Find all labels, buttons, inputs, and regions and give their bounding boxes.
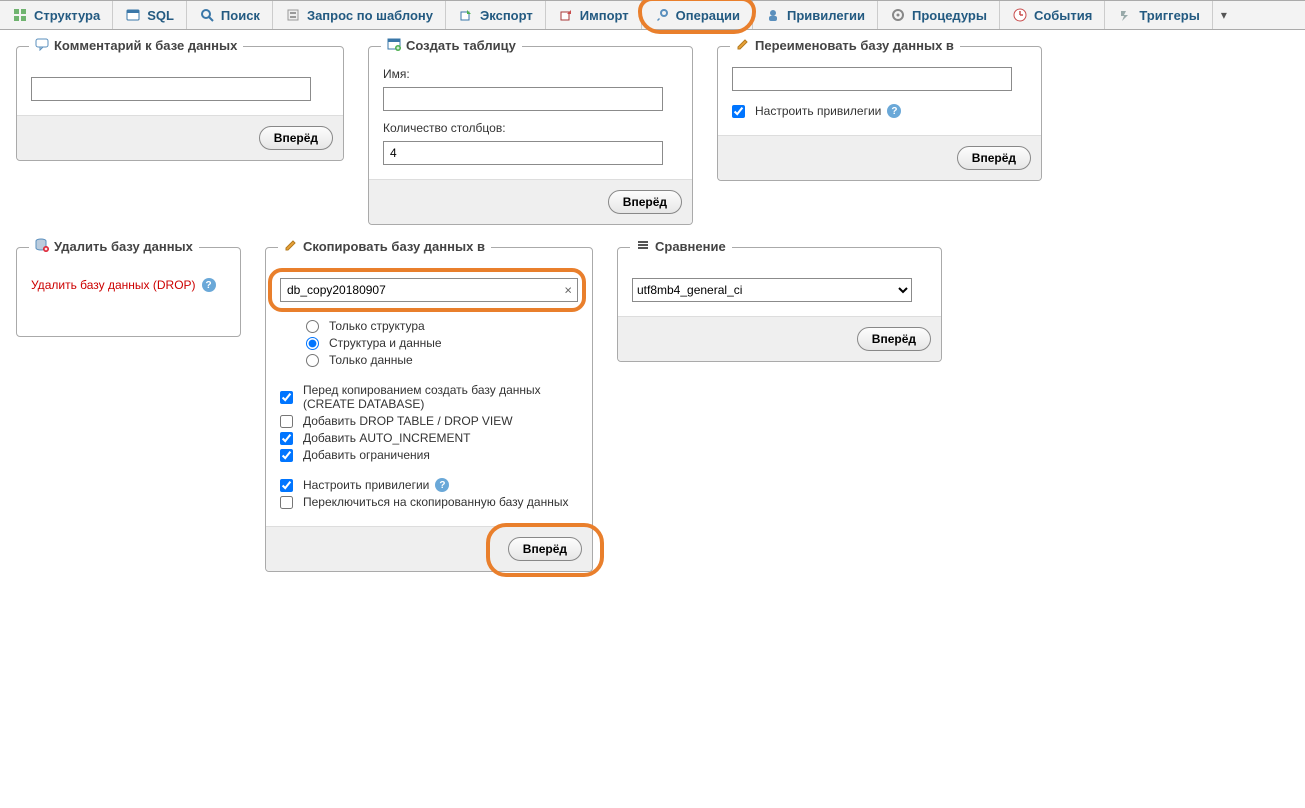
copy-opt-structure-and-data-label: Структура и данные (329, 336, 442, 350)
help-icon[interactable]: ? (435, 478, 449, 492)
copy-add-drop-checkbox[interactable] (280, 415, 293, 428)
tab-label: Импорт (580, 8, 629, 23)
tab-label: Операции (676, 8, 740, 23)
structure-icon (12, 7, 28, 23)
tab-structure[interactable]: Структура (0, 1, 113, 29)
wrench-icon (654, 7, 670, 23)
rename-db-input[interactable] (732, 67, 1012, 91)
import-icon (558, 7, 574, 23)
tab-operations[interactable]: Операции (642, 1, 753, 29)
tabs-more[interactable]: ▾ (1213, 1, 1235, 29)
copy-add-drop-label: Добавить DROP TABLE / DROP VIEW (303, 414, 513, 428)
rename-adjust-priv-label: Настроить привилегии (755, 104, 881, 118)
panel-copy-db: Скопировать базу данных в × Только струк… (265, 247, 593, 572)
pencil-icon (736, 37, 750, 54)
operations-panels: Комментарий к базе данных Вперёд Создать… (0, 30, 1305, 588)
tab-label: Поиск (221, 8, 260, 23)
privileges-icon (765, 7, 781, 23)
events-icon (1012, 7, 1028, 23)
db-comment-input[interactable] (31, 77, 311, 101)
panel-create-table: Создать таблицу Имя: Количество столбцов… (368, 46, 693, 225)
copy-create-db-checkbox[interactable] (280, 391, 293, 404)
copy-opt-structure-and-data[interactable] (306, 337, 319, 350)
tab-privileges[interactable]: Привилегии (753, 1, 878, 29)
tab-label: SQL (147, 8, 174, 23)
copy-opt-structure-only-label: Только структура (329, 319, 425, 333)
panel-title-text: Переименовать базу данных в (755, 38, 954, 53)
copy-opt-structure-only[interactable] (306, 320, 319, 333)
sql-icon (125, 7, 141, 23)
create-table-name-input[interactable] (383, 87, 663, 111)
panel-rename-db: Переименовать базу данных в Настроить пр… (717, 46, 1042, 181)
help-icon[interactable]: ? (887, 104, 901, 118)
copy-adjust-priv-label: Настроить привилегии (303, 478, 429, 492)
create-table-cols-label: Количество столбцов: (383, 121, 678, 135)
go-button-copy[interactable]: Вперёд (508, 537, 582, 561)
copy-create-db-label: Перед копированием создать базу данных (… (303, 383, 578, 411)
tab-label: Запрос по шаблону (307, 8, 433, 23)
go-button-collation[interactable]: Вперёд (857, 327, 931, 351)
tab-label: Структура (34, 8, 100, 23)
export-icon (458, 7, 474, 23)
copy-autoinc-checkbox[interactable] (280, 432, 293, 445)
copy-autoinc-label: Добавить AUTO_INCREMENT (303, 431, 471, 445)
tab-export[interactable]: Экспорт (446, 1, 546, 29)
tab-label: Привилегии (787, 8, 865, 23)
panel-title-text: Создать таблицу (406, 38, 516, 53)
tab-sql[interactable]: SQL (113, 1, 187, 29)
tab-label: События (1034, 8, 1092, 23)
drop-db-link[interactable]: Удалить базу данных (DROP) ? (31, 278, 216, 292)
database-delete-icon (35, 238, 49, 255)
pencil-icon (284, 238, 298, 255)
copy-switch-checkbox[interactable] (280, 496, 293, 509)
query-icon (285, 7, 301, 23)
tab-triggers[interactable]: Триггеры (1105, 1, 1212, 29)
copy-adjust-priv-checkbox[interactable] (280, 479, 293, 492)
tab-search[interactable]: Поиск (187, 1, 273, 29)
comment-icon (35, 37, 49, 54)
top-tabs: Структура SQL Поиск Запрос по шаблону Эк… (0, 0, 1305, 30)
copy-switch-label: Переключиться на скопированную базу данн… (303, 495, 568, 509)
go-button-rename[interactable]: Вперёд (957, 146, 1031, 170)
tab-import[interactable]: Импорт (546, 1, 642, 29)
table-new-icon (387, 37, 401, 54)
tab-label: Экспорт (480, 8, 533, 23)
collation-icon (636, 238, 650, 255)
create-table-name-label: Имя: (383, 67, 678, 81)
panel-drop-db: Удалить базу данных Удалить базу данных … (16, 247, 241, 337)
tab-routines[interactable]: Процедуры (878, 1, 1000, 29)
panel-title-text: Комментарий к базе данных (54, 38, 237, 53)
panel-title-text: Сравнение (655, 239, 726, 254)
search-icon (199, 7, 215, 23)
panel-title-text: Удалить базу данных (54, 239, 193, 254)
copy-opt-data-only-label: Только данные (329, 353, 413, 367)
help-icon[interactable]: ? (202, 278, 216, 292)
triggers-icon (1117, 7, 1133, 23)
panel-title-text: Скопировать базу данных в (303, 239, 485, 254)
copy-db-name-input[interactable] (280, 278, 578, 302)
collation-select[interactable]: utf8mb4_general_ci (632, 278, 912, 302)
go-button-create-table[interactable]: Вперёд (608, 190, 682, 214)
copy-constraints-checkbox[interactable] (280, 449, 293, 462)
tab-events[interactable]: События (1000, 1, 1105, 29)
routines-icon (890, 7, 906, 23)
rename-adjust-priv-checkbox[interactable] (732, 105, 745, 118)
go-button-comment[interactable]: Вперёд (259, 126, 333, 150)
create-table-cols-input[interactable] (383, 141, 663, 165)
tab-label: Триггеры (1139, 8, 1199, 23)
tab-query[interactable]: Запрос по шаблону (273, 1, 446, 29)
panel-collation: Сравнение utf8mb4_general_ci Вперёд (617, 247, 942, 362)
panel-db-comment: Комментарий к базе данных Вперёд (16, 46, 344, 161)
drop-db-link-text: Удалить базу данных (DROP) (31, 278, 196, 292)
copy-constraints-label: Добавить ограничения (303, 448, 430, 462)
copy-opt-data-only[interactable] (306, 354, 319, 367)
tab-label: Процедуры (912, 8, 987, 23)
